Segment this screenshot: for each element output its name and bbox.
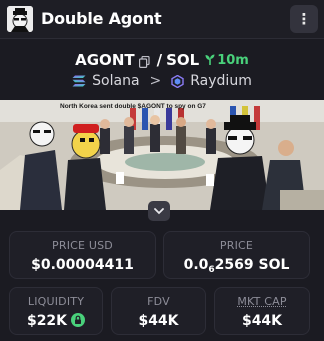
solana-icon (72, 75, 86, 87)
token-banner-image: North Korea sent double $AGONT to spy on… (0, 100, 324, 210)
liquidity-value: $22K (10, 313, 102, 329)
price-native-zero-count: 6 (208, 265, 215, 275)
liquidity-card: LIQUIDITY $22K (9, 287, 103, 335)
price-native-label: PRICE (219, 239, 254, 252)
fdv-card: FDV $44K (111, 287, 206, 335)
app-title: Double Agont (41, 9, 162, 28)
price-native-value: 0.062569 SOL (164, 257, 309, 275)
top-bar: Double Agont ⋮ (0, 0, 324, 39)
price-native-digits: 2569 SOL (214, 257, 290, 273)
dex-name[interactable]: Raydium (190, 73, 252, 89)
pair-separator: / (156, 51, 163, 69)
price-usd-label: PRICE USD (52, 239, 113, 252)
pair-age: 10m (205, 53, 249, 68)
price-native-card: PRICE 0.062569 SOL (163, 231, 310, 279)
pair-age-value: 10m (217, 52, 249, 68)
price-native-prefix: 0.0 (183, 257, 209, 273)
token-avatar (7, 6, 33, 32)
market-cap-value: $44K (241, 313, 283, 329)
more-menu-button[interactable]: ⋮ (290, 5, 318, 33)
more-vertical-icon: ⋮ (296, 9, 312, 28)
breadcrumb-chevron: > (149, 73, 162, 89)
banner-caption: North Korea sent double $AGONT to spy on… (60, 103, 206, 110)
lock-icon[interactable] (71, 313, 86, 327)
chain-name[interactable]: Solana (92, 73, 139, 89)
copy-icon[interactable] (138, 54, 150, 68)
base-token-symbol: AGONT (75, 51, 135, 69)
liquidity-amount: $22K (26, 313, 68, 329)
fdv-value: $44K (138, 313, 179, 329)
price-usd-value: $0.00004411 (31, 257, 134, 273)
fdv-label: FDV (147, 295, 170, 308)
market-cap-card: MKT CAP $44K (214, 287, 310, 335)
chain-breadcrumb: Solana > Raydium (0, 73, 324, 89)
liquidity-label: LIQUIDITY (27, 295, 85, 308)
raydium-icon (171, 74, 184, 88)
quote-token-symbol: SOL (166, 51, 200, 69)
market-cap-label[interactable]: MKT CAP (215, 295, 309, 308)
expand-banner-button[interactable] (148, 201, 170, 221)
chevron-down-icon (154, 207, 164, 214)
seedling-icon (205, 54, 215, 65)
price-usd-card: PRICE USD $0.00004411 (9, 231, 156, 279)
banner-artwork (0, 100, 324, 210)
pair-header: AGONT / SOL 10m (0, 51, 324, 69)
